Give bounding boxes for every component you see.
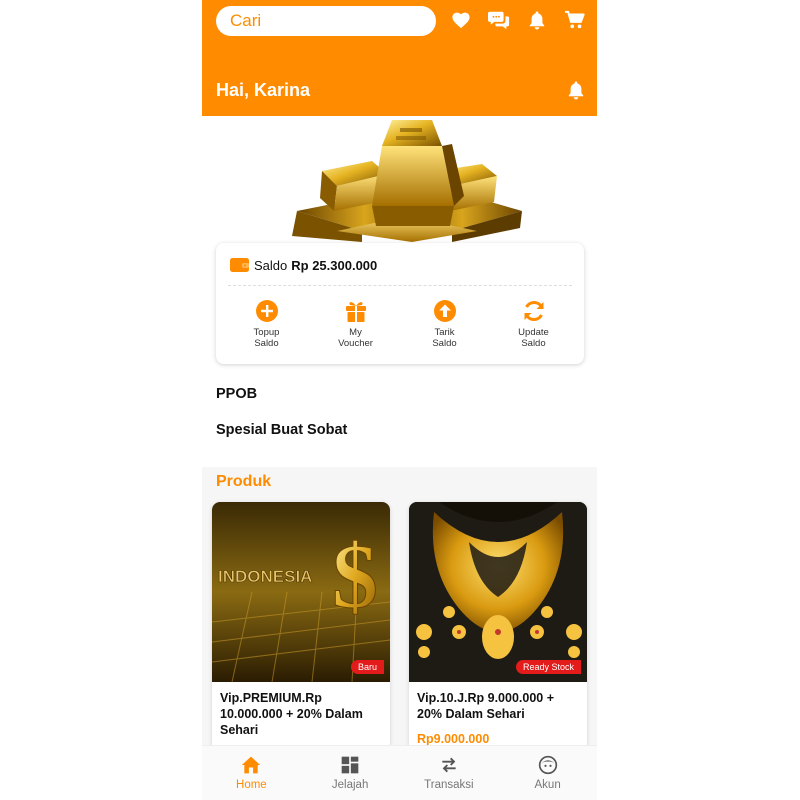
search-input[interactable]: [216, 6, 436, 36]
product-badge: Ready Stock: [515, 660, 581, 674]
my-voucher-button[interactable]: My Voucher: [321, 299, 391, 349]
spesial-heading: Spesial Buat Sobat: [216, 422, 348, 438]
header-actions: [449, 8, 587, 32]
gold-banner-image[interactable]: [202, 116, 597, 246]
nav-jelajah[interactable]: Jelajah: [310, 755, 390, 791]
my-voucher-label: My Voucher: [338, 327, 373, 349]
nav-transaksi[interactable]: Transaksi: [409, 755, 489, 791]
home-icon: [242, 756, 261, 774]
ppob-heading: PPOB: [216, 386, 258, 402]
produk-heading: Produk: [216, 473, 272, 490]
product-image: INDONESIA $: [212, 502, 390, 683]
face-icon: [538, 755, 557, 775]
product-card[interactable]: INDONESIA $ Baru Vip.PREMIUM.Rp 10.000.0…: [212, 502, 390, 752]
tarik-saldo-label: Tarik Saldo: [432, 327, 457, 349]
cart-icon[interactable]: [563, 8, 587, 32]
wallet-icon: [230, 258, 249, 272]
nav-akun[interactable]: Akun: [508, 755, 588, 791]
search-bar[interactable]: [216, 6, 436, 36]
product-name: Vip.PREMIUM.Rp 10.000.000 + 20% Dalam Se…: [220, 691, 363, 737]
product-name: Vip.10.J.Rp 9.000.000 + 20% Dalam Sehari: [417, 691, 555, 721]
update-saldo-button[interactable]: Update Saldo: [499, 299, 569, 349]
tarik-saldo-button[interactable]: Tarik Saldo: [410, 299, 480, 349]
saldo-label: Saldo: [254, 257, 288, 273]
greeting-text: Hai, Karina: [216, 80, 311, 100]
nav-home[interactable]: Home: [211, 755, 291, 791]
heart-icon[interactable]: [449, 8, 473, 32]
plus-circle-icon: [255, 300, 278, 322]
saldo-card: Saldo Rp 25.300.000 Topup Saldo My Vouch…: [216, 243, 584, 364]
chat-icon[interactable]: [487, 8, 511, 32]
topup-saldo-label: Topup Saldo: [253, 327, 280, 349]
saldo-amount: Rp 25.300.000: [291, 257, 378, 273]
app-screen: Hai, Karina: [202, 0, 597, 800]
svg-text:$: $: [332, 525, 378, 627]
bell-icon[interactable]: [525, 8, 549, 32]
product-image: [409, 502, 587, 682]
product-badge: Baru: [350, 660, 384, 674]
saldo-row: Saldo Rp 25.300.000: [230, 257, 377, 273]
nav-home-label: Home: [236, 779, 267, 791]
refresh-icon: [524, 300, 543, 322]
topup-saldo-button[interactable]: Topup Saldo: [232, 299, 302, 349]
update-saldo-label: Update Saldo: [518, 327, 549, 349]
gift-icon: [345, 302, 366, 322]
nav-akun-label: Akun: [534, 779, 561, 791]
nav-jelajah-label: Jelajah: [331, 779, 369, 791]
arrow-up-circle-icon: [433, 300, 456, 322]
card-divider: [228, 285, 572, 286]
product-card[interactable]: Ready Stock Vip.10.J.Rp 9.000.000 + 20% …: [409, 502, 587, 752]
nav-transaksi-label: Transaksi: [424, 779, 474, 791]
product-price: Rp9.000.000: [417, 732, 490, 746]
bottom-navigation: Home Jelajah Transaksi Akun: [202, 745, 597, 800]
product-image-caption: INDONESIA: [218, 567, 312, 586]
grid-icon: [341, 756, 359, 774]
notification-bell-icon[interactable]: [567, 80, 585, 100]
swap-icon: [442, 757, 456, 773]
saldo-actions: Topup Saldo My Voucher Tarik Saldo Updat…: [216, 299, 584, 349]
header: Hai, Karina: [202, 0, 597, 116]
